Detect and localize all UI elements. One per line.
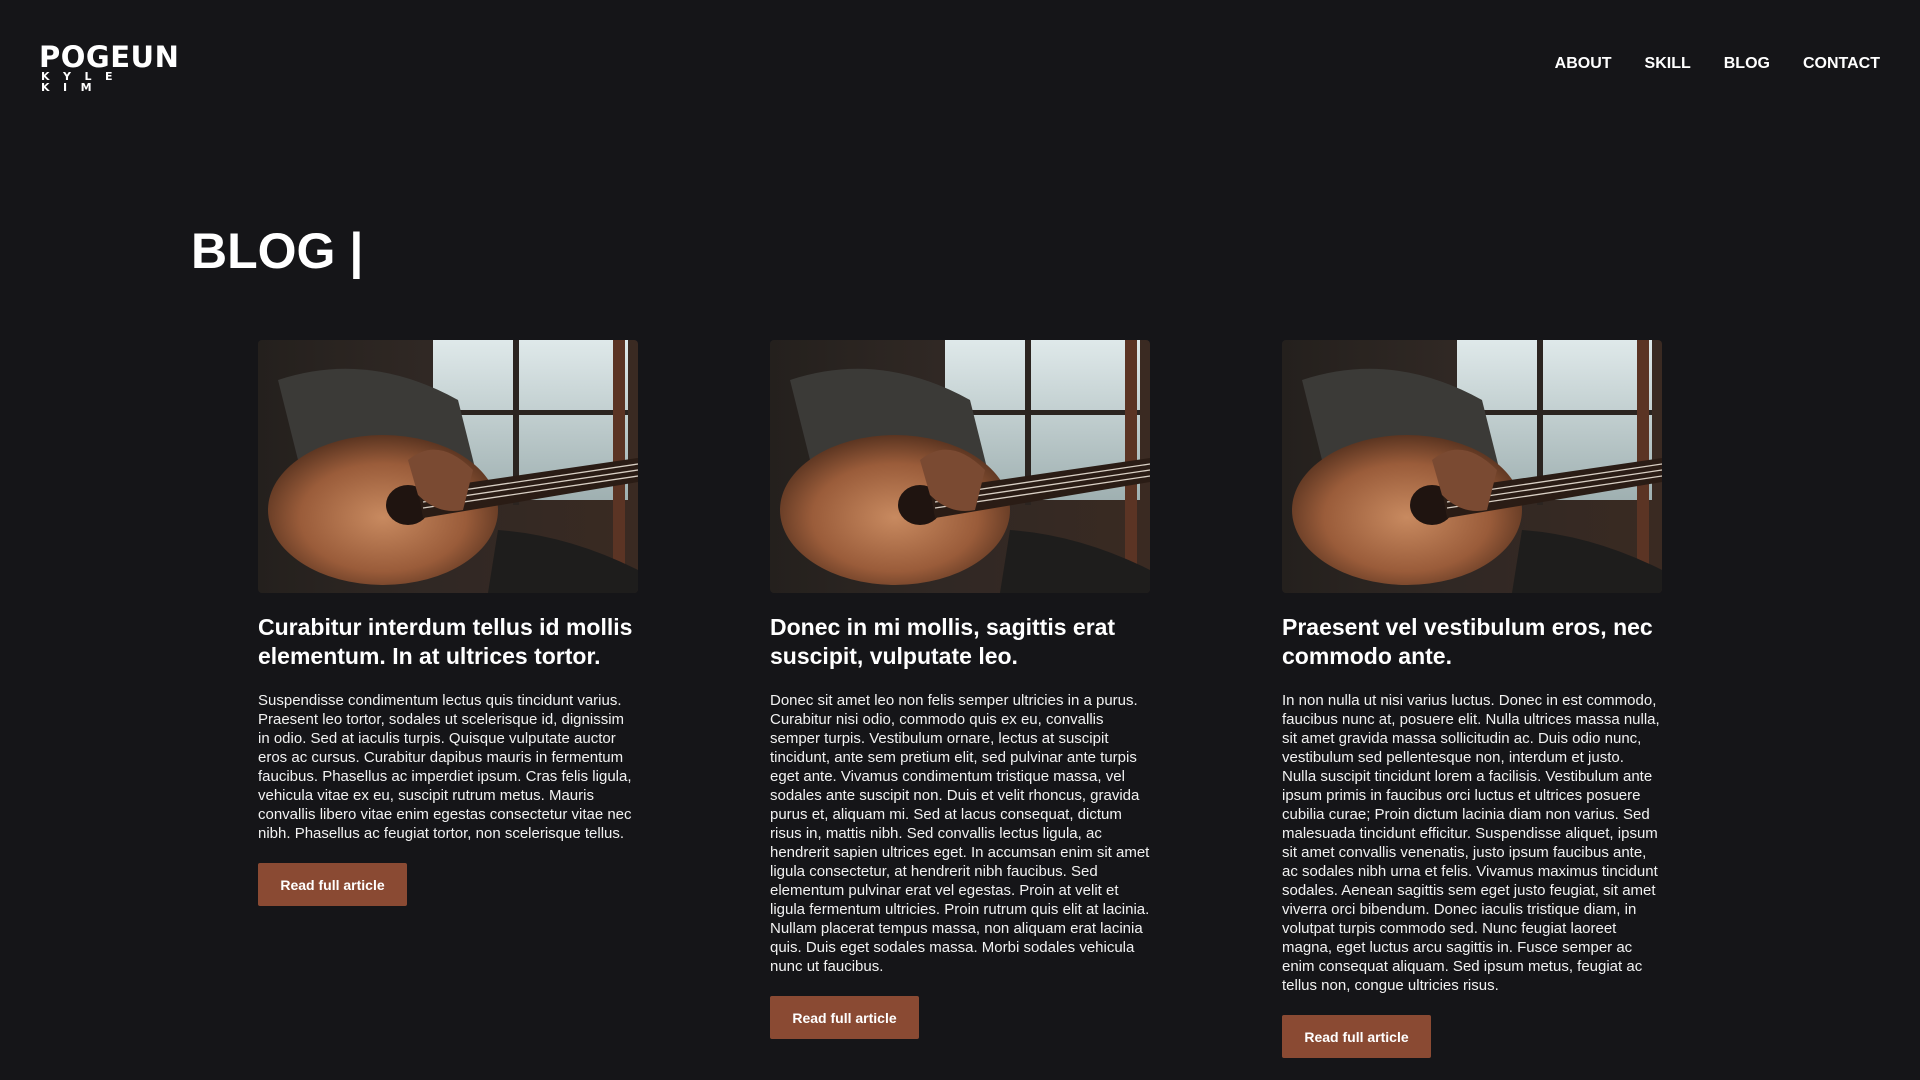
card-title: Curabitur interdum tellus id mollis elem… [258,614,633,669]
guitar-player-image[interactable] [258,340,638,593]
guitar-player-image[interactable] [770,340,1150,593]
page-title: BLOG | [191,223,364,279]
guitar-player-image[interactable] [1282,340,1662,593]
card-title: Donec in mi mollis, sagittis erat suscip… [770,614,1116,669]
read-full-article-button[interactable]: Read full article [258,863,407,906]
blog-card: Praesent vel vestibulum eros, nec commod… [1282,340,1662,1058]
nav-item-about[interactable]: ABOUT [1555,54,1612,74]
card-excerpt: In non nulla ut nisi varius luctus. Done… [1282,692,1660,994]
card-title: Praesent vel vestibulum eros, nec commod… [1282,614,1653,669]
nav-item-skill[interactable]: SKILL [1645,54,1691,74]
blog-card: Donec in mi mollis, sagittis erat suscip… [770,340,1150,1039]
page: POGEUN KYLE KIM ABOUT SKILL BLOG CONTACT… [0,0,1920,1080]
logo-title: POGEUN [39,40,180,74]
main-nav: ABOUT SKILL BLOG CONTACT [1522,54,1880,74]
card-excerpt: Suspendisse condimentum lectus quis tinc… [258,692,632,842]
site-logo[interactable]: POGEUN KYLE KIM [39,40,180,94]
card-excerpt: Donec sit amet leo non felis semper ultr… [770,692,1150,975]
read-full-article-button[interactable]: Read full article [1282,1015,1431,1058]
read-full-article-button[interactable]: Read full article [770,996,919,1039]
blog-card: Curabitur interdum tellus id mollis elem… [258,340,638,906]
nav-item-contact[interactable]: CONTACT [1803,54,1880,74]
nav-item-blog[interactable]: BLOG [1724,54,1770,74]
logo-subtitle: KYLE KIM [41,70,127,94]
